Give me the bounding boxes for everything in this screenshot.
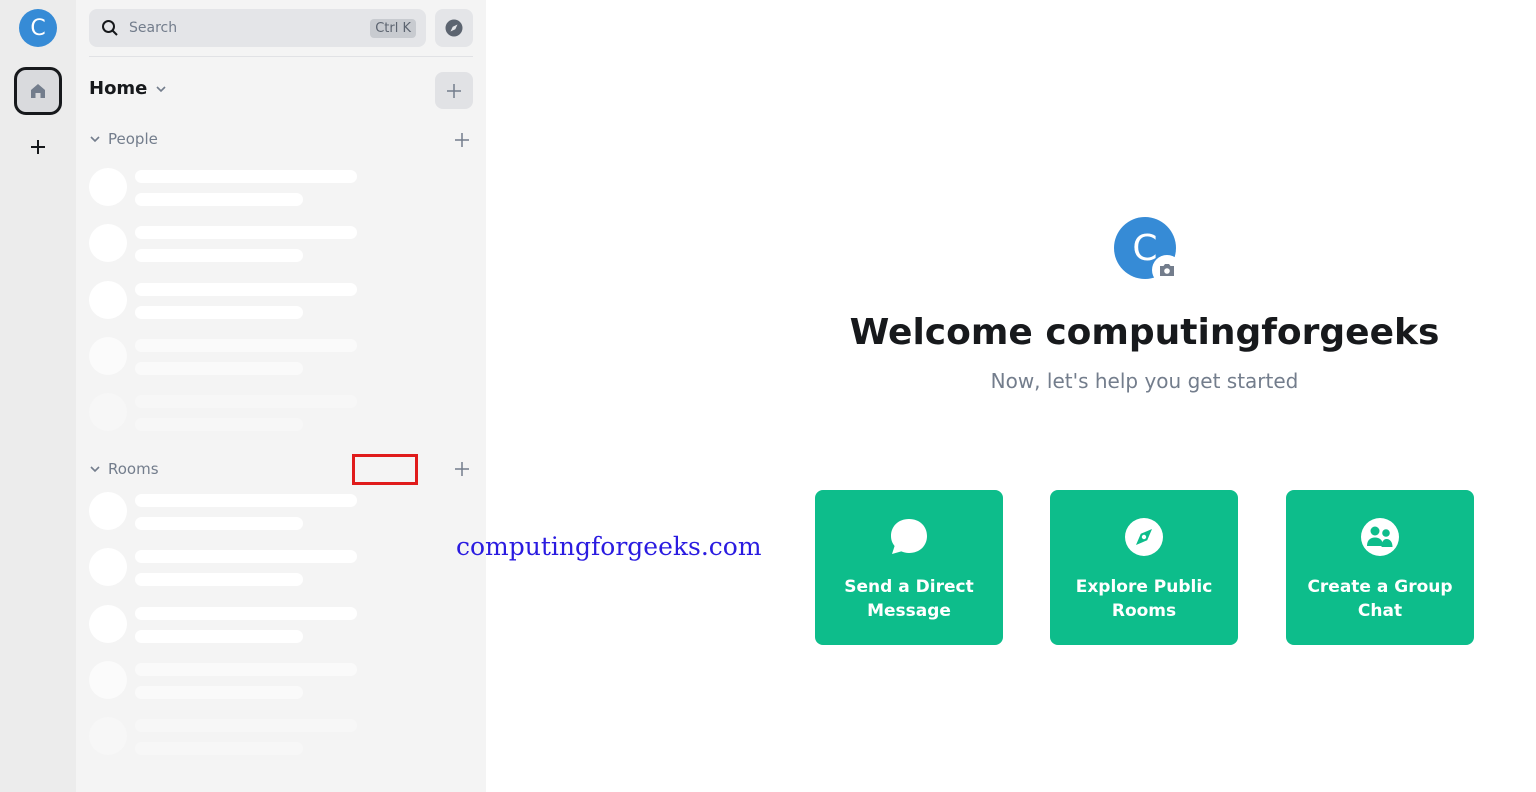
app-window: C Search Ctrl K Home People Rooms comput… <box>0 0 1536 792</box>
skeleton-list-item <box>89 168 359 208</box>
home-space-button[interactable] <box>14 67 62 115</box>
home-icon <box>31 84 45 98</box>
skeleton-list-item <box>89 492 359 532</box>
panel-divider <box>89 56 473 57</box>
chevron-down-icon <box>90 136 100 143</box>
search-input[interactable]: Search Ctrl K <box>89 9 426 47</box>
explore-public-rooms-label: Explore Public Rooms <box>1075 577 1213 621</box>
skeleton-list-item <box>89 548 359 588</box>
send-direct-message-label: Send a Direct Message <box>844 577 974 621</box>
welcome-title: Welcome computingforgeeks <box>849 312 1440 353</box>
plus-icon <box>455 133 469 147</box>
search-placeholder: Search <box>129 20 178 36</box>
skeleton-list-item <box>89 337 359 377</box>
skeleton-list-item <box>89 605 359 645</box>
group-icon <box>1360 517 1400 557</box>
user-avatar[interactable]: C <box>19 9 57 47</box>
welcome-subtitle: Now, let's help you get started <box>990 369 1299 393</box>
create-group-chat-label: Create a Group Chat <box>1307 577 1453 621</box>
space-rail: C <box>0 0 76 792</box>
search-icon <box>102 20 118 36</box>
skeleton-list-item <box>89 717 359 757</box>
add-room-in-section-button[interactable] <box>450 457 474 481</box>
home-header[interactable]: Home <box>89 78 167 99</box>
skeleton-list-item <box>89 224 359 264</box>
compass-icon <box>1124 517 1164 557</box>
user-avatar-letter: C <box>30 15 46 41</box>
chevron-down-icon <box>90 466 100 473</box>
skeleton-list-item <box>89 393 359 433</box>
search-shortcut-badge: Ctrl K <box>370 18 416 38</box>
room-list-panel: Search Ctrl K Home People Rooms <box>76 0 486 792</box>
annotation-highlight-box <box>352 454 418 485</box>
send-direct-message-card[interactable]: Send a Direct Message <box>815 490 1003 645</box>
watermark-text: computingforgeeks.com <box>456 532 762 561</box>
message-bubble-icon <box>889 517 929 557</box>
camera-icon <box>1160 264 1174 276</box>
rooms-section-label: Rooms <box>108 460 159 478</box>
plus-icon <box>447 83 461 98</box>
explore-rooms-button[interactable] <box>435 9 473 47</box>
add-room-button[interactable] <box>435 72 473 109</box>
home-title: Home <box>89 78 148 99</box>
rooms-section-header[interactable]: Rooms <box>89 460 159 478</box>
explore-public-rooms-card[interactable]: Explore Public Rooms <box>1050 490 1238 645</box>
start-chat-button[interactable] <box>450 128 474 152</box>
skeleton-list-item <box>89 661 359 701</box>
plus-icon <box>31 140 45 154</box>
skeleton-list-item <box>89 281 359 321</box>
plus-icon <box>455 462 469 476</box>
people-section-label: People <box>108 130 158 148</box>
compass-icon <box>445 19 463 37</box>
create-space-button[interactable] <box>24 133 52 161</box>
chevron-down-icon <box>156 85 166 92</box>
upload-avatar-button[interactable] <box>1152 255 1182 285</box>
create-group-chat-card[interactable]: Create a Group Chat <box>1286 490 1474 645</box>
people-section-header[interactable]: People <box>89 130 158 148</box>
